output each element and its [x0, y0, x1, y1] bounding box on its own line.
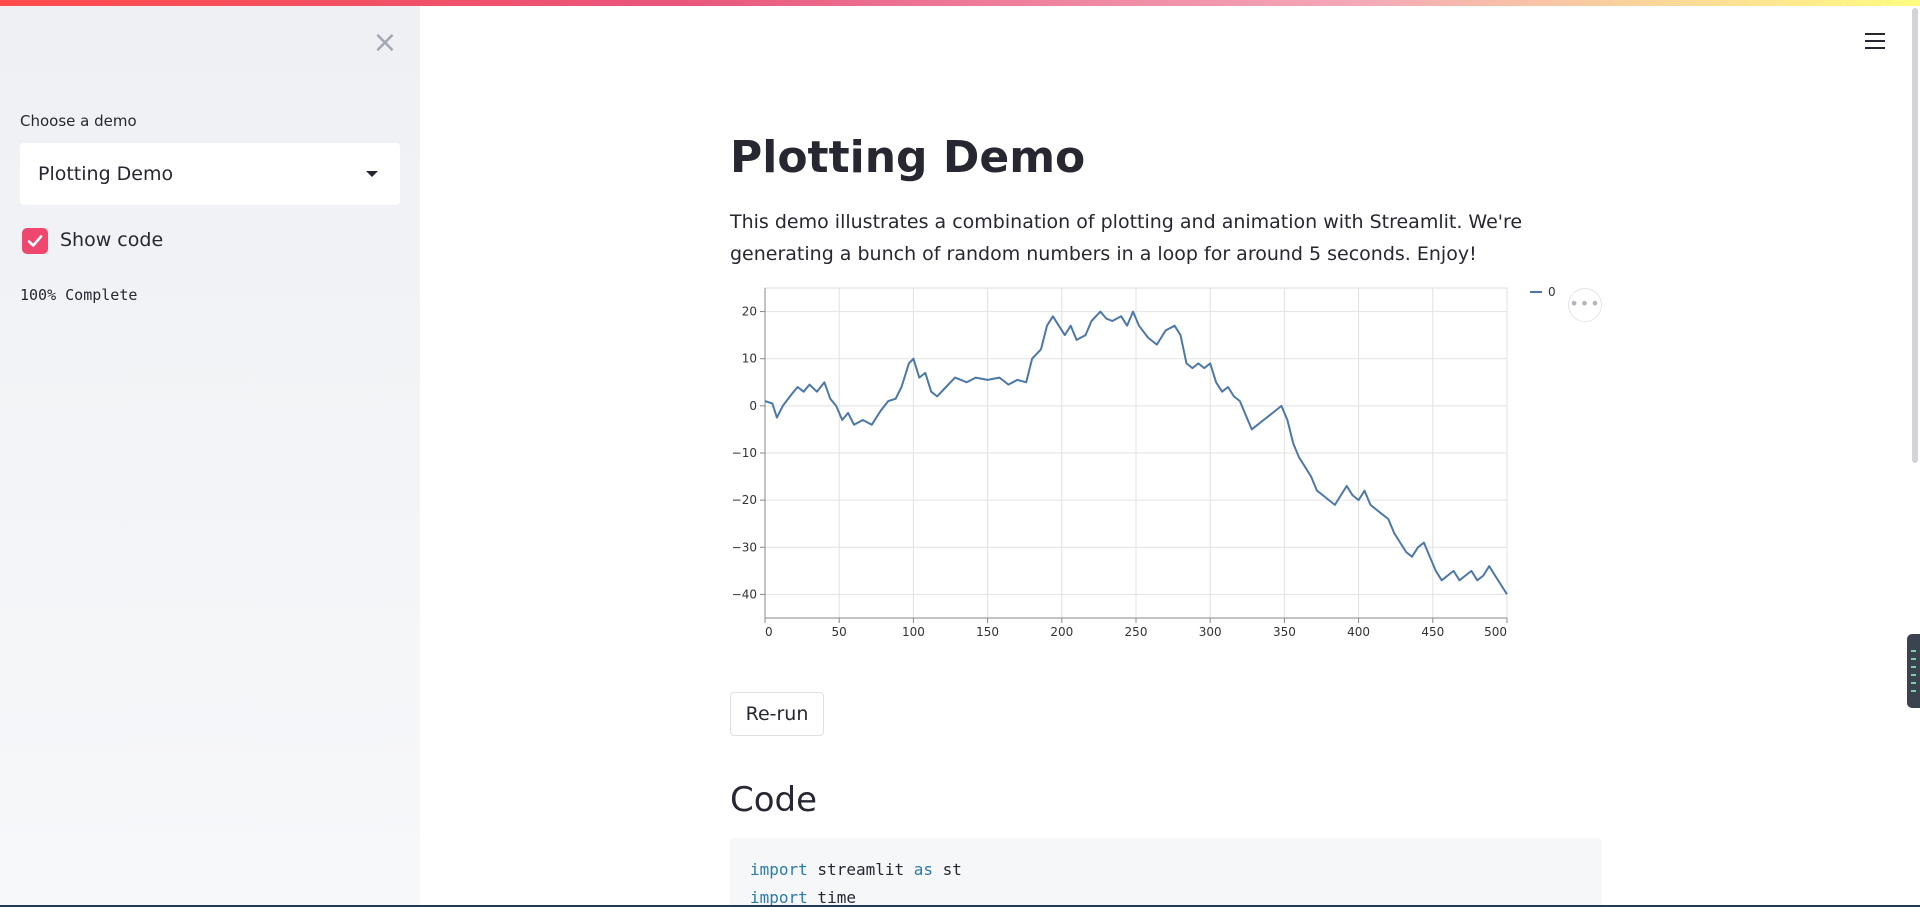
- scrollbar-thumb[interactable]: [1912, 8, 1918, 463]
- line-chart: 0 50 100 150 200 250 300 350 400 450 500 20 10 0 −10 −2…: [722, 280, 1622, 650]
- side-widget[interactable]: [1907, 634, 1920, 708]
- y-tick-label: −20: [732, 493, 757, 507]
- x-tick-label: 400: [1347, 625, 1370, 639]
- sidebar: × Choose a demo Plotting Demo Show code …: [0, 0, 420, 907]
- show-code-checkbox[interactable]: [22, 228, 48, 254]
- close-sidebar-icon[interactable]: ×: [370, 28, 400, 58]
- x-tick-label: 450: [1421, 625, 1444, 639]
- x-tick-label: 250: [1125, 625, 1148, 639]
- checkmark-icon: [27, 235, 43, 247]
- page-title: Plotting Demo: [730, 132, 1086, 183]
- select-value: Plotting Demo: [38, 163, 174, 185]
- hamburger-menu-icon[interactable]: [1862, 28, 1888, 54]
- progress-text: 100% Complete: [20, 286, 138, 304]
- page-description: This demo illustrates a combination of p…: [730, 211, 1523, 265]
- legend-label: 0: [1548, 285, 1556, 299]
- x-tick-label: 200: [1050, 625, 1073, 639]
- x-tick-label: 350: [1273, 625, 1296, 639]
- code-line: import streamlit as st: [750, 860, 962, 879]
- show-code-label: Show code: [60, 229, 164, 251]
- y-tick-label: −40: [732, 587, 757, 601]
- y-tick-label: −10: [732, 446, 757, 460]
- x-tick-label: 300: [1199, 625, 1222, 639]
- y-tick-label: 10: [742, 352, 757, 366]
- chevron-down-icon: [366, 171, 378, 177]
- decoration-bar: [0, 0, 1920, 6]
- x-tick-label: 0: [765, 625, 773, 639]
- y-tick-label: 0: [749, 399, 757, 413]
- code-block: import streamlit as st import time: [730, 838, 1602, 907]
- rerun-button[interactable]: Re-run: [730, 692, 824, 736]
- chart-menu-button[interactable]: •••: [1568, 288, 1602, 322]
- chart-svg: 0 50 100 150 200 250 300 350 400 450 50020100−10−2…: [732, 285, 1556, 639]
- x-tick-label: 100: [902, 625, 925, 639]
- code-heading: Code: [730, 780, 818, 820]
- x-tick-label: 50: [832, 625, 847, 639]
- x-tick-label: 150: [976, 625, 999, 639]
- y-tick-label: −30: [732, 540, 757, 554]
- y-tick-label: 20: [742, 305, 757, 319]
- x-tick-label: 500: [1484, 625, 1507, 639]
- demo-select[interactable]: Plotting Demo: [20, 143, 400, 205]
- select-label: Choose a demo: [20, 112, 137, 130]
